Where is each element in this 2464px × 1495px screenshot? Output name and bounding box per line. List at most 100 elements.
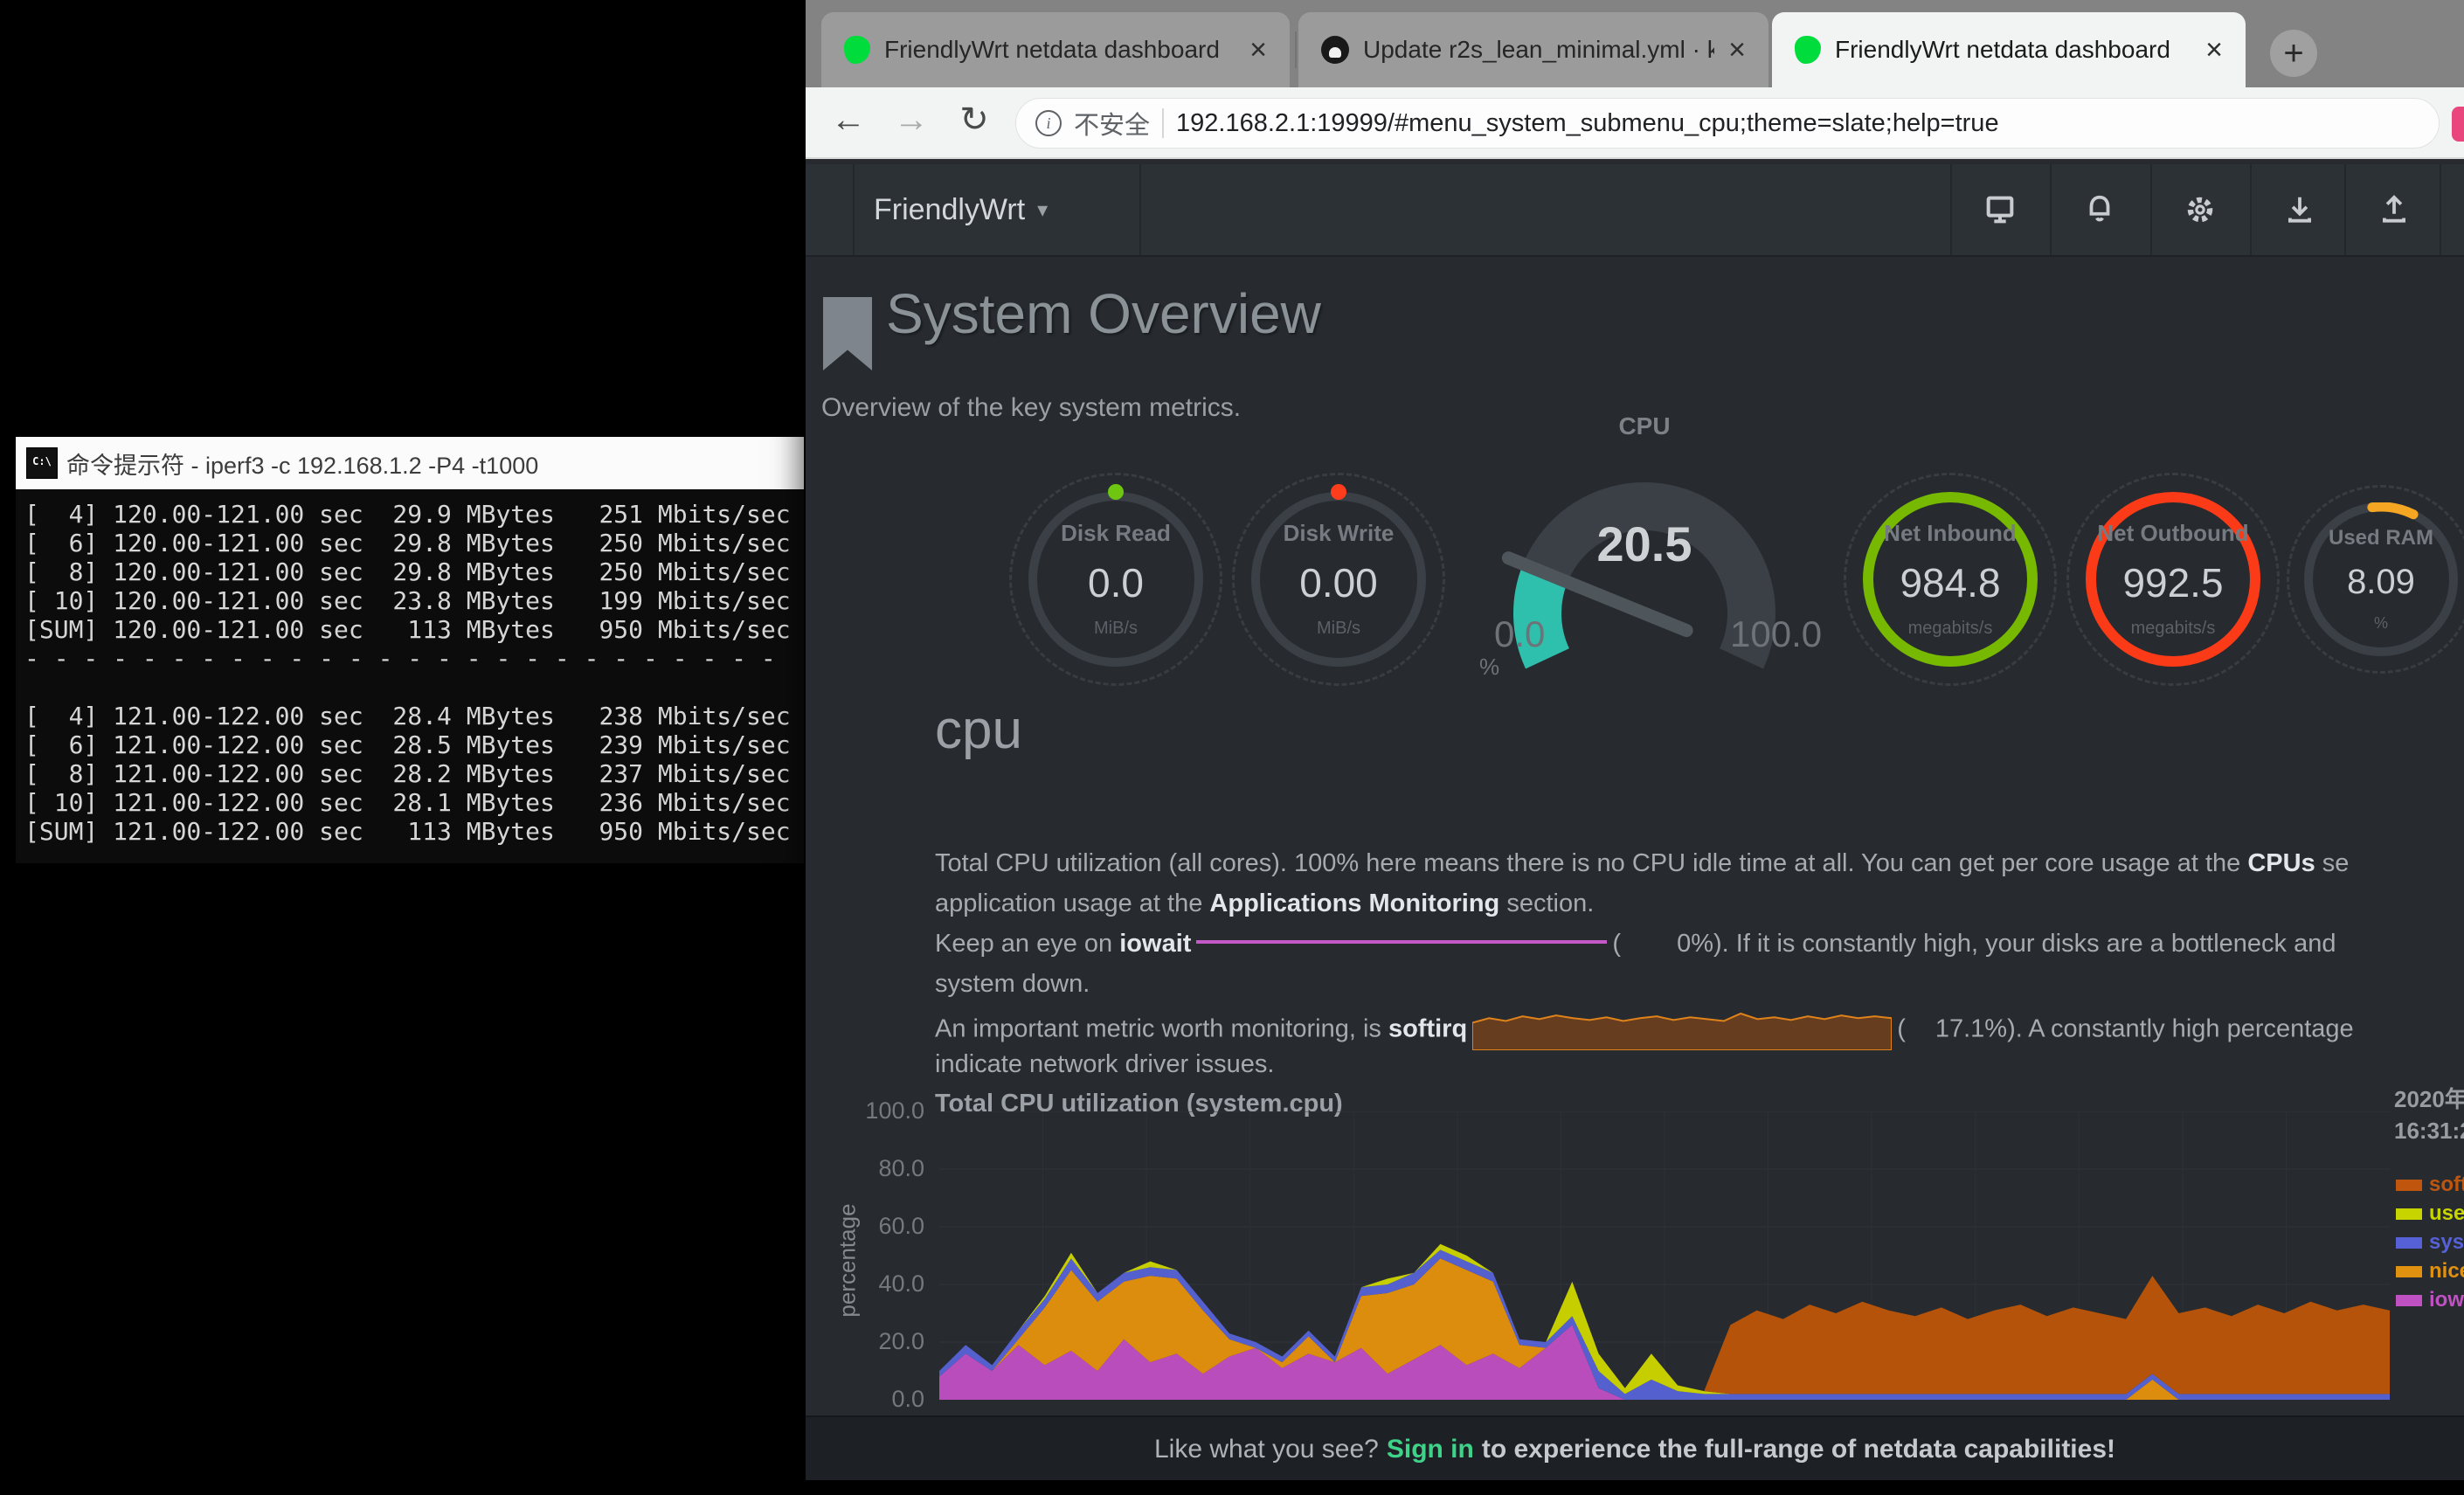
- chevron-down-icon: ▾: [1037, 197, 1048, 223]
- github-favicon: [1321, 36, 1349, 64]
- site-info-icon[interactable]: i: [1035, 110, 1062, 136]
- section-title-cpu: cpu: [935, 699, 1022, 761]
- cpu-gauge-max: 100.0: [1730, 613, 1822, 655]
- gauge-label: Net Inbound: [1884, 520, 2017, 547]
- legend-swatch: [2396, 1237, 2422, 1249]
- print-dashboard-button[interactable]: [1950, 164, 2050, 255]
- page-title: System Overview: [886, 281, 1321, 346]
- banner-text: Like what you see?: [1154, 1435, 1379, 1464]
- gauge-value: 0.0: [1088, 559, 1144, 606]
- export-button[interactable]: [2344, 164, 2444, 255]
- browser-window: FriendlyWrt netdata dashboard × Update r…: [806, 0, 2464, 1485]
- y-tick-label: 0.0: [849, 1386, 924, 1413]
- banner-text: to experience the full-range of netdata …: [1482, 1435, 2115, 1464]
- gauge-label: Disk Read: [1061, 520, 1171, 547]
- reload-button[interactable]: ↻: [949, 94, 1000, 145]
- browser-toolbar: ← → ↻ i 不安全 192.168.2.1:19999/#menu_syst…: [806, 87, 2464, 159]
- applications-monitoring-link[interactable]: Applications Monitoring: [1209, 889, 1499, 917]
- terminal-output: [ 4] 120.00-121.00 sec 29.9 MBytes 251 M…: [16, 489, 804, 863]
- gauge-unit: megabits/s: [1908, 619, 1993, 639]
- back-button[interactable]: ←: [823, 94, 874, 145]
- cpus-link[interactable]: CPUs: [2247, 849, 2315, 877]
- host-dropdown[interactable]: FriendlyWrt ▾: [874, 164, 1048, 255]
- tab-close-icon[interactable]: ×: [2205, 35, 2223, 65]
- new-tab-button[interactable]: +: [2270, 30, 2317, 77]
- cpu-utilization-chart[interactable]: [939, 1111, 2390, 1400]
- header-separator: [1139, 164, 1141, 255]
- upload-icon: [2377, 193, 2411, 226]
- tab-close-icon[interactable]: ×: [1249, 35, 1267, 65]
- download-icon: [2283, 193, 2316, 226]
- disk-read-dot: [1108, 484, 1124, 500]
- bookmark-icon: [823, 297, 872, 370]
- used-ram-arc: [2304, 502, 2458, 656]
- legend-item-system[interactable]: system: [2396, 1230, 2464, 1255]
- cpu-gauge-min: 0.0: [1494, 613, 1545, 655]
- monitor-icon: [1983, 192, 2018, 227]
- legend-item-iowait[interactable]: iowait: [2396, 1288, 2464, 1312]
- tab-netdata-1[interactable]: FriendlyWrt netdata dashboard ×: [821, 12, 1290, 87]
- url-text[interactable]: 192.168.2.1:19999/#menu_system_submenu_c…: [1176, 109, 1999, 138]
- disk-read-gauge[interactable]: Disk Read 0.0 MiB/s: [1028, 492, 1203, 667]
- iowait-sparkline: [1196, 940, 1607, 949]
- tab-separator: [1295, 31, 1297, 68]
- y-tick-label: 20.0: [849, 1328, 924, 1355]
- tab-label: FriendlyWrt netdata dashboard: [1835, 36, 2191, 64]
- gear-icon: [2184, 193, 2217, 226]
- signin-banner: Like what you see? Sign in to experience…: [806, 1415, 2464, 1480]
- tab-label: FriendlyWrt netdata dashboard: [884, 36, 1235, 64]
- gauge-unit: MiB/s: [1094, 619, 1138, 639]
- sign-in-link[interactable]: Sign in: [1387, 1435, 1474, 1464]
- netdata-favicon: [1795, 36, 1821, 64]
- import-button[interactable]: [2250, 164, 2350, 255]
- security-label: 不安全: [1074, 105, 1150, 142]
- cpu-description-line: application usage at the Applications Mo…: [935, 889, 1594, 918]
- netdata-favicon: [844, 36, 870, 64]
- tab-bar: FriendlyWrt netdata dashboard × Update r…: [806, 0, 2464, 87]
- address-bar[interactable]: i 不安全 192.168.2.1:19999/#menu_system_sub…: [1015, 98, 2440, 149]
- legend-swatch: [2396, 1295, 2422, 1306]
- net-inbound-gauge[interactable]: Net Inbound 984.8 megabits/s: [1863, 492, 2038, 667]
- legend-swatch: [2396, 1266, 2422, 1277]
- y-axis-title: percentage: [834, 1191, 862, 1331]
- terminal-title: 命令提示符 - iperf3 -c 192.168.1.2 -P4 -t1000: [66, 446, 538, 481]
- y-tick-label: 80.0: [849, 1155, 924, 1182]
- header-separator: [853, 164, 855, 255]
- screen: C:\ 命令提示符 - iperf3 -c 192.168.1.2 -P4 -t…: [0, 0, 2464, 1495]
- net-outbound-gauge[interactable]: Net Outbound 992.5 megabits/s: [2086, 492, 2260, 667]
- legend-swatch: [2396, 1208, 2422, 1220]
- cpu-gauge-unit: %: [1479, 654, 1499, 681]
- gauge-value: 992.5: [2122, 559, 2223, 606]
- cpu-description-line: indicate network driver issues.: [935, 1050, 1274, 1079]
- gauge-value: 0.00: [1299, 559, 1378, 606]
- profile-avatar[interactable]: [2452, 107, 2464, 142]
- alarms-button[interactable]: [2050, 164, 2149, 255]
- tab-close-icon[interactable]: ×: [1728, 35, 1746, 65]
- forward-button[interactable]: →: [886, 94, 937, 145]
- legend-swatch: [2396, 1180, 2422, 1191]
- tab-netdata-2-active[interactable]: FriendlyWrt netdata dashboard ×: [1772, 12, 2246, 87]
- y-tick-label: 60.0: [849, 1213, 924, 1240]
- header-separator: [2440, 164, 2441, 255]
- legend-item-user[interactable]: user: [2396, 1201, 2464, 1226]
- cpu-description-line: system down.: [935, 970, 1090, 999]
- gauge-unit: megabits/s: [2131, 619, 2216, 639]
- legend-item-softirq[interactable]: softirq: [2396, 1173, 2464, 1197]
- settings-button[interactable]: [2150, 164, 2250, 255]
- cpu-description-line: An important metric worth monitoring, is…: [935, 1010, 2354, 1050]
- cpu-gauge-value: 20.5: [1470, 516, 1819, 572]
- tab-label: Update r2s_lean_minimal.yml · k: [1363, 36, 1714, 64]
- terminal-titlebar[interactable]: C:\ 命令提示符 - iperf3 -c 192.168.1.2 -P4 -t…: [16, 437, 804, 489]
- cpu-gauge-label: CPU: [1470, 412, 1819, 440]
- gauge-label: Disk Write: [1284, 520, 1395, 547]
- tab-github[interactable]: Update r2s_lean_minimal.yml · k ×: [1298, 12, 1768, 87]
- cpu-description-line: Total CPU utilization (all cores). 100% …: [935, 849, 2349, 878]
- cpu-description-line: Keep an eye on iowait(0%). If it is cons…: [935, 930, 2336, 959]
- legend-item-nice[interactable]: nice: [2396, 1259, 2464, 1284]
- host-name: FriendlyWrt: [874, 193, 1025, 227]
- terminal-window: C:\ 命令提示符 - iperf3 -c 192.168.1.2 -P4 -t…: [16, 437, 804, 863]
- bell-icon: [2083, 193, 2116, 226]
- disk-write-gauge[interactable]: Disk Write 0.00 MiB/s: [1251, 492, 1426, 667]
- netdata-header: FriendlyWrt ▾: [806, 164, 2464, 257]
- gauge-unit: MiB/s: [1317, 619, 1360, 639]
